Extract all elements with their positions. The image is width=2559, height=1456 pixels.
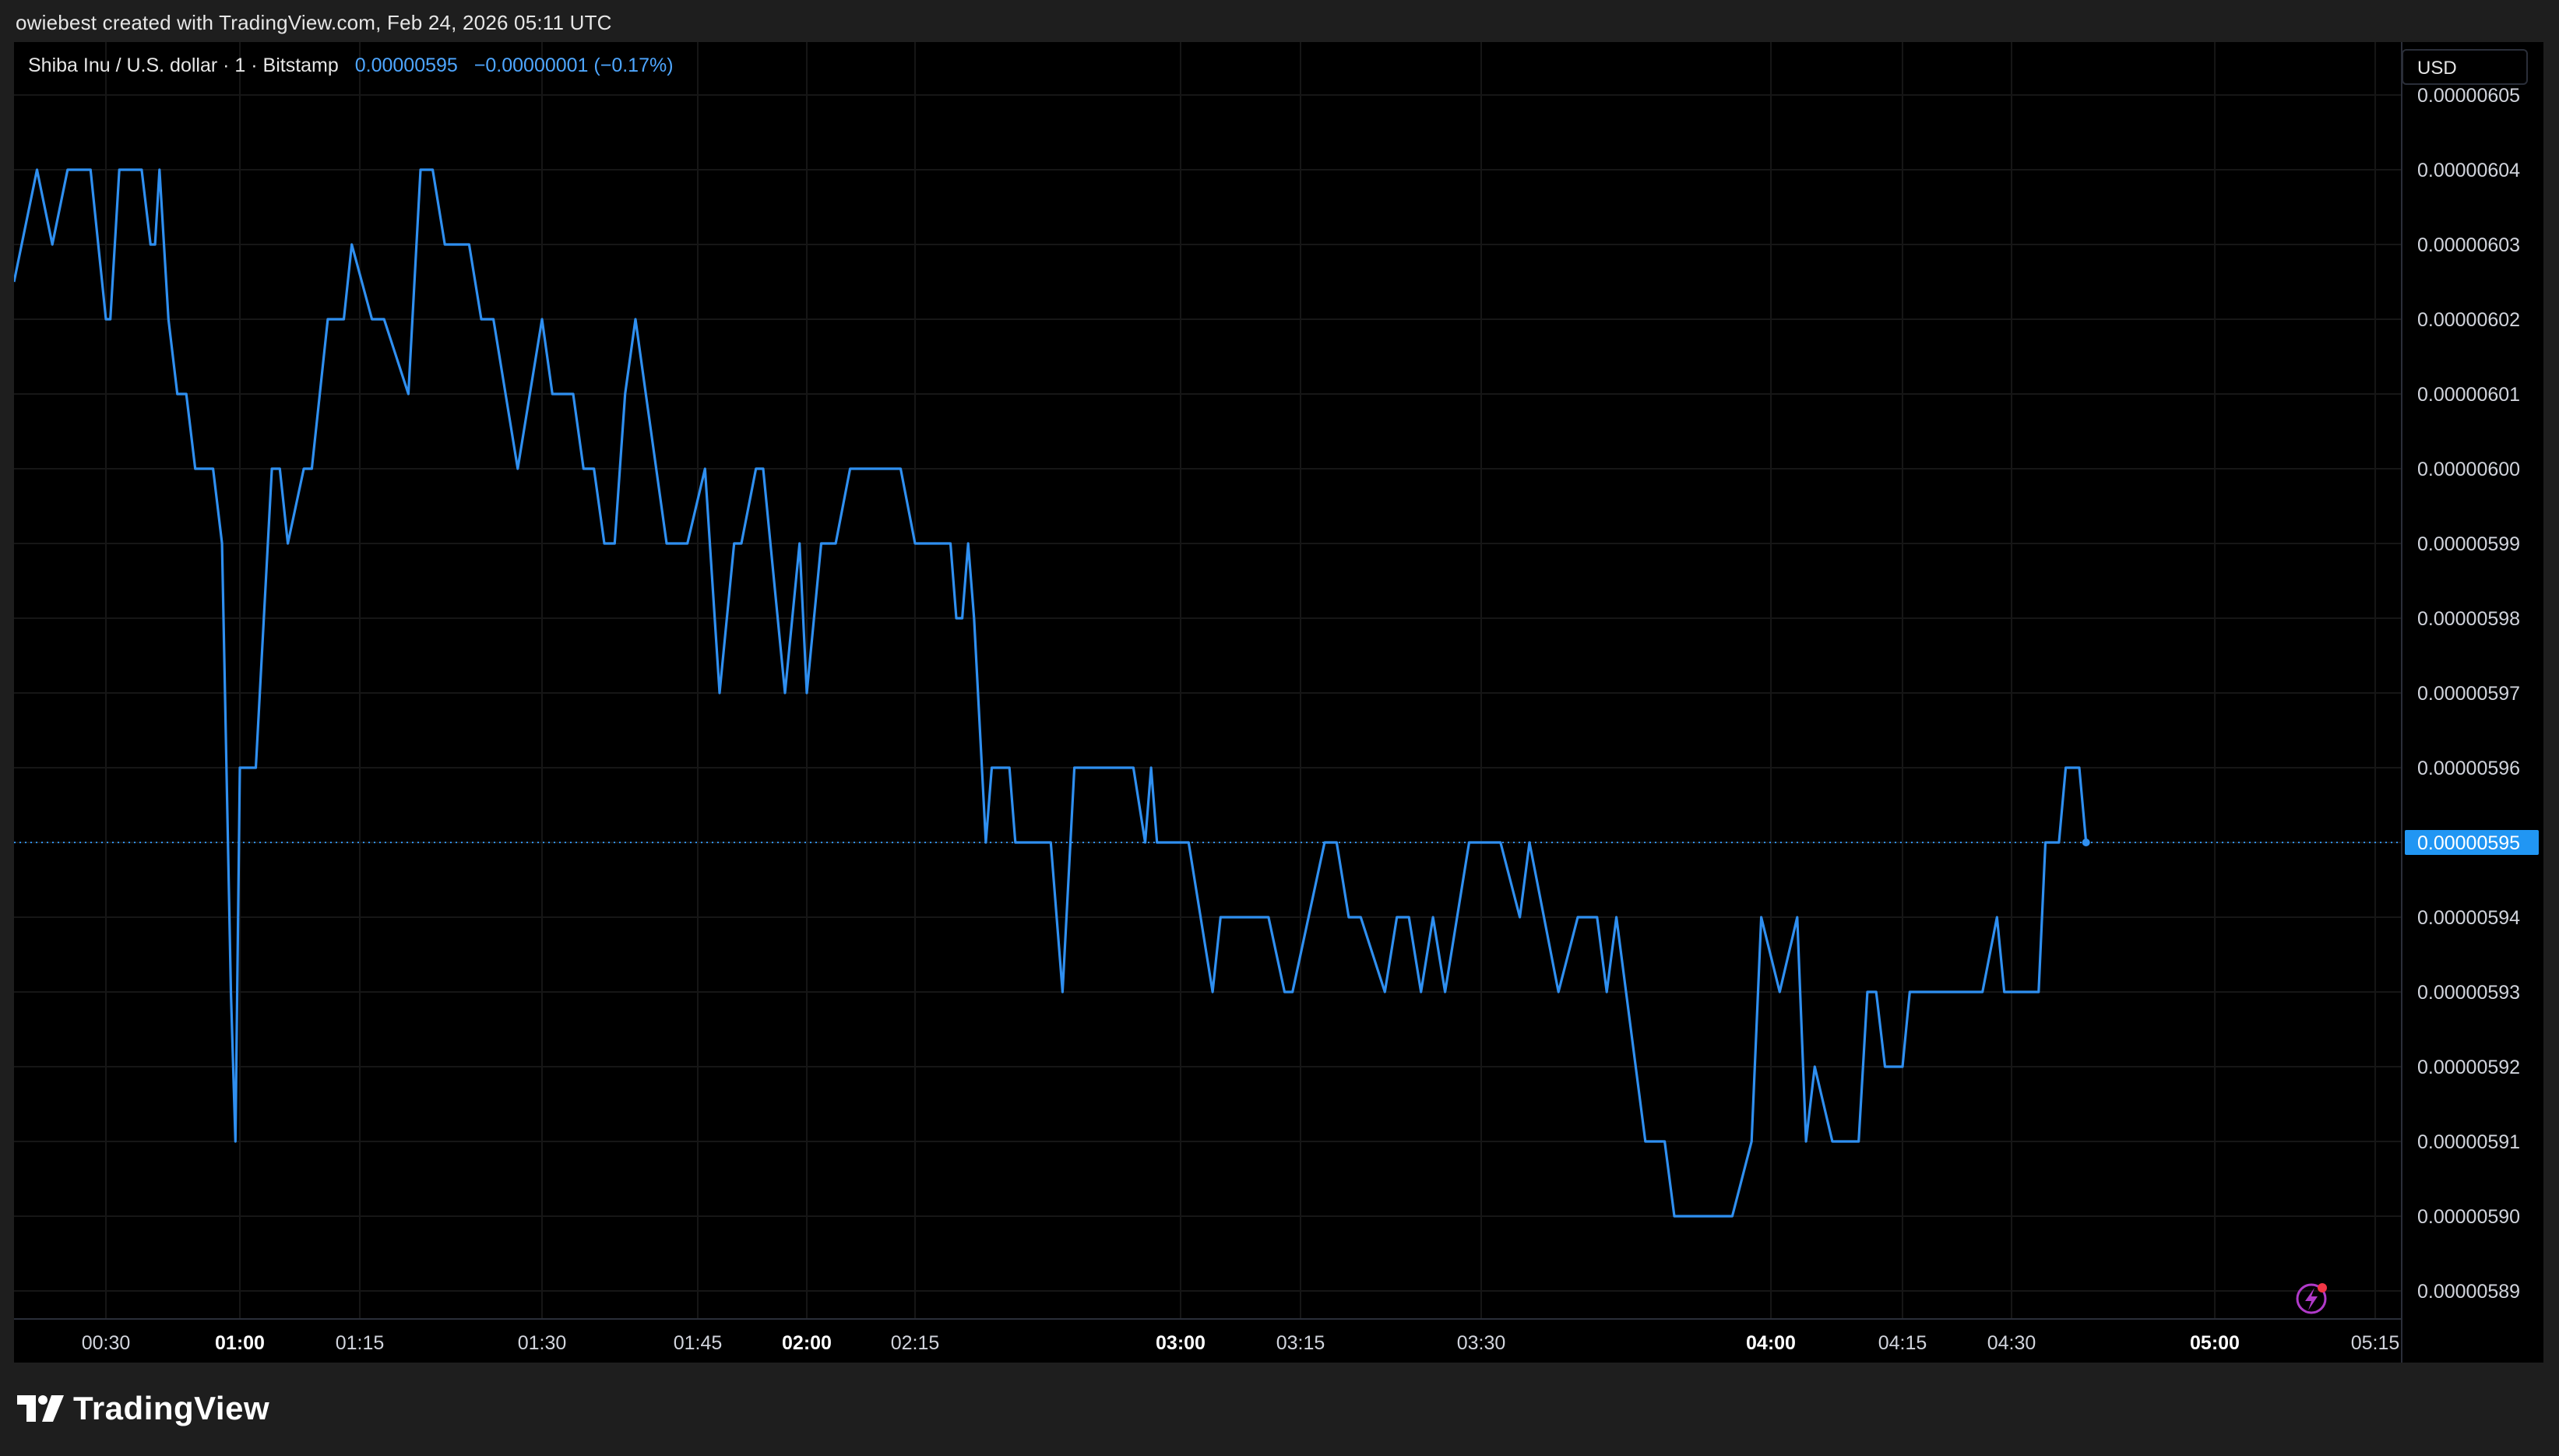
x-tick-label: 05:00 — [2190, 1332, 2240, 1354]
y-tick-label: 0.00000599 — [2417, 533, 2520, 555]
tradingview-logo[interactable]: TradingView — [17, 1390, 269, 1427]
x-tick-label: 04:30 — [1987, 1332, 2036, 1354]
currency-button[interactable]: USD — [2402, 49, 2528, 85]
symbol-title: Shiba Inu / U.S. dollar · 1 · Bitstamp — [28, 55, 339, 76]
tradingview-logo-icon — [17, 1395, 64, 1422]
x-tick-label: 01:15 — [336, 1332, 385, 1354]
chart-frame[interactable]: 0.00000605 0.00000604 0.00000603 0.00000602… — [14, 42, 2543, 1363]
x-tick-label: 03:00 — [1156, 1332, 1206, 1354]
y-tick-label: 0.00000602 — [2417, 309, 2520, 331]
symbol-legend: Shiba Inu / U.S. dollar · 1 · Bitstamp 0… — [28, 55, 674, 77]
x-tick-label: 01:30 — [518, 1332, 567, 1354]
y-tick-label: 0.00000598 — [2417, 608, 2520, 630]
y-tick-label: 0.00000605 — [2417, 85, 2520, 107]
y-tick-label: 0.00000596 — [2417, 758, 2520, 779]
y-tick-label: 0.00000600 — [2417, 459, 2520, 480]
x-tick-label: 01:00 — [215, 1332, 265, 1354]
last-price-dot — [2082, 839, 2090, 846]
last-price-value: 0.00000595 — [354, 55, 458, 76]
y-tick-label: 0.00000592 — [2417, 1057, 2520, 1078]
x-tick-label: 02:00 — [782, 1332, 832, 1354]
y-tick-label: 0.00000589 — [2417, 1281, 2520, 1303]
current-price-label: 0.00000595 — [2417, 832, 2520, 854]
y-tick-label: 0.00000604 — [2417, 160, 2520, 181]
x-tick-label: 04:00 — [1746, 1332, 1796, 1354]
chart-caption: owiebest created with TradingView.com, F… — [16, 11, 612, 34]
price-change-value: −0.00000001 (−0.17%) — [473, 55, 674, 76]
y-tick-label: 0.00000603 — [2417, 234, 2520, 256]
x-tick-label: 00:30 — [82, 1332, 131, 1354]
y-tick-label: 0.00000594 — [2417, 907, 2520, 929]
x-tick-label: 05:15 — [2351, 1332, 2400, 1354]
y-tick-label: 0.00000590 — [2417, 1206, 2520, 1228]
y-tick-label: 0.00000593 — [2417, 982, 2520, 1004]
tradingview-wordmark: TradingView — [73, 1390, 270, 1426]
x-tick-label: 01:45 — [674, 1332, 723, 1354]
x-tick-label: 02:15 — [891, 1332, 940, 1354]
y-tick-label: 0.00000601 — [2417, 384, 2520, 406]
x-tick-label: 04:15 — [1878, 1332, 1927, 1354]
x-tick-label: 03:30 — [1457, 1332, 1506, 1354]
lightning-bolt-icon[interactable] — [2296, 1283, 2327, 1314]
y-tick-label: 0.00000597 — [2417, 683, 2520, 705]
price-chart[interactable]: 0.00000605 0.00000604 0.00000603 0.00000602… — [14, 42, 2543, 1363]
y-tick-label: 0.00000591 — [2417, 1131, 2520, 1153]
x-tick-label: 03:15 — [1276, 1332, 1325, 1354]
